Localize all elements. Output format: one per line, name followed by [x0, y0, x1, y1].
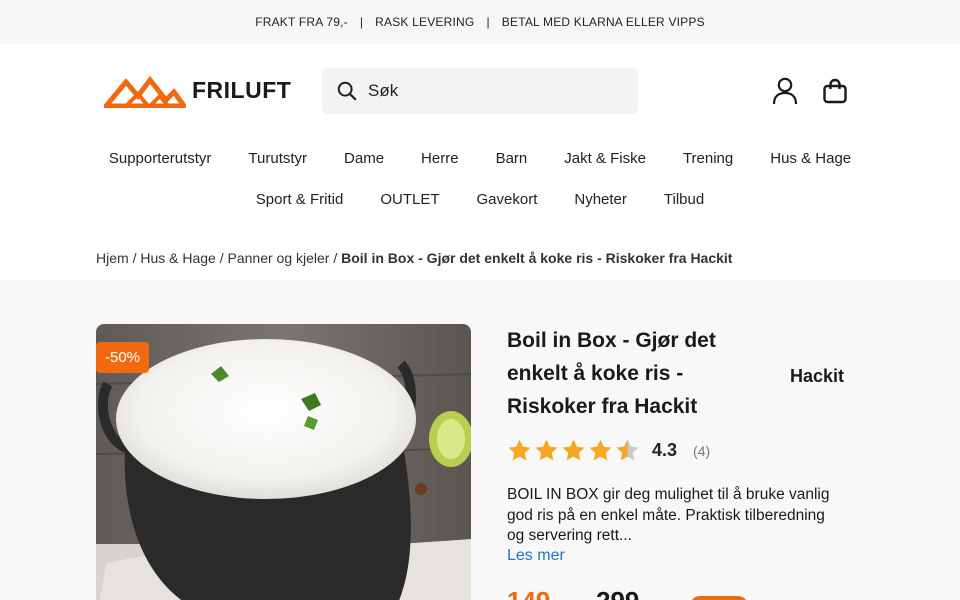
- shopping-bag-icon[interactable]: [821, 77, 849, 105]
- search-icon[interactable]: [336, 80, 358, 102]
- nav-item-nyheter[interactable]: Nyheter: [556, 191, 646, 208]
- search-bar[interactable]: [322, 68, 638, 114]
- nav-item-tilbud[interactable]: Tilbud: [645, 191, 722, 208]
- announcement-payment: BETAL MED KLARNA ELLER VIPPS: [501, 15, 705, 29]
- logo-link[interactable]: FRILUFT: [104, 72, 291, 108]
- breadcrumb-current: Boil in Box - Gjør det enkelt å koke ris…: [341, 250, 733, 266]
- breadcrumb-separator: /: [333, 250, 338, 266]
- logo-icon: [104, 75, 186, 108]
- price-current: 149: [507, 586, 550, 600]
- announcement-bar: FRAKT FRA 79,- | RASK LEVERING | BETAL M…: [0, 0, 960, 44]
- product-title: Boil in Box - Gjør det enkelt å koke ris…: [507, 329, 716, 418]
- review-count: (4): [693, 442, 711, 459]
- nav-item-supporterutstyr[interactable]: Supporterutstyr: [90, 150, 230, 167]
- nav-item-herre[interactable]: Herre: [403, 150, 478, 167]
- announcement-separator: |: [359, 15, 364, 29]
- product-photo: [96, 324, 471, 600]
- star-icon: [535, 439, 558, 461]
- star-icon: [508, 439, 531, 461]
- breadcrumb: Hjem / Hus & Hage / Panner og kjeler / B…: [96, 250, 732, 266]
- breadcrumb-panner-kjeler[interactable]: Panner og kjeler: [228, 250, 330, 266]
- main-nav-row-1: Supporterutstyr Turutstyr Dame Herre Bar…: [0, 150, 960, 167]
- star-icon: [562, 439, 585, 461]
- product-rating[interactable]: 4.3 (4): [507, 438, 710, 463]
- star-half-icon: [616, 439, 639, 461]
- announcement-delivery: RASK LEVERING: [375, 15, 475, 29]
- main-nav-row-2: Sport & Fritid OUTLET Gavekort Nyheter T…: [0, 191, 960, 208]
- product-description: BOIL IN BOX gir deg mulighet til å bruke…: [507, 486, 830, 544]
- nav-item-sport-fritid[interactable]: Sport & Fritid: [237, 191, 362, 208]
- nav-item-barn[interactable]: Barn: [477, 150, 546, 167]
- account-icon[interactable]: [771, 77, 799, 105]
- nav-item-outlet[interactable]: OUTLET: [362, 191, 458, 208]
- read-more-link[interactable]: Les mer: [507, 547, 565, 565]
- site-header: FRILUFT: [0, 44, 960, 140]
- search-input[interactable]: [368, 81, 618, 101]
- product-brand[interactable]: Hackit: [790, 366, 844, 387]
- price-badge: [690, 596, 748, 600]
- nav-item-dame[interactable]: Dame: [326, 150, 403, 167]
- product-section: -50% Boil in Box - Gjør det enkelt å kok…: [0, 280, 960, 600]
- nav-item-gavekort[interactable]: Gavekort: [458, 191, 556, 208]
- announcement-shipping: FRAKT FRA 79,-: [255, 15, 348, 29]
- star-icon: [589, 439, 612, 461]
- nav-item-hus-hage[interactable]: Hus & Hage: [752, 150, 870, 167]
- breadcrumb-separator: /: [219, 250, 224, 266]
- announcement-separator: |: [486, 15, 490, 29]
- discount-badge: -50%: [96, 342, 150, 373]
- logo-text: FRILUFT: [192, 76, 292, 103]
- rating-value: 4.3: [652, 440, 678, 460]
- product-image[interactable]: -50%: [96, 324, 471, 600]
- breadcrumb-hus-hage[interactable]: Hus & Hage: [140, 250, 215, 266]
- nav-item-turutstyr[interactable]: Turutstyr: [230, 150, 326, 167]
- breadcrumb-home[interactable]: Hjem: [96, 250, 129, 266]
- nav-item-trening[interactable]: Trening: [664, 150, 751, 167]
- nav-item-jakt-fiske[interactable]: Jakt & Fiske: [546, 150, 665, 167]
- price-original: 299: [596, 586, 639, 600]
- breadcrumb-separator: /: [132, 250, 137, 266]
